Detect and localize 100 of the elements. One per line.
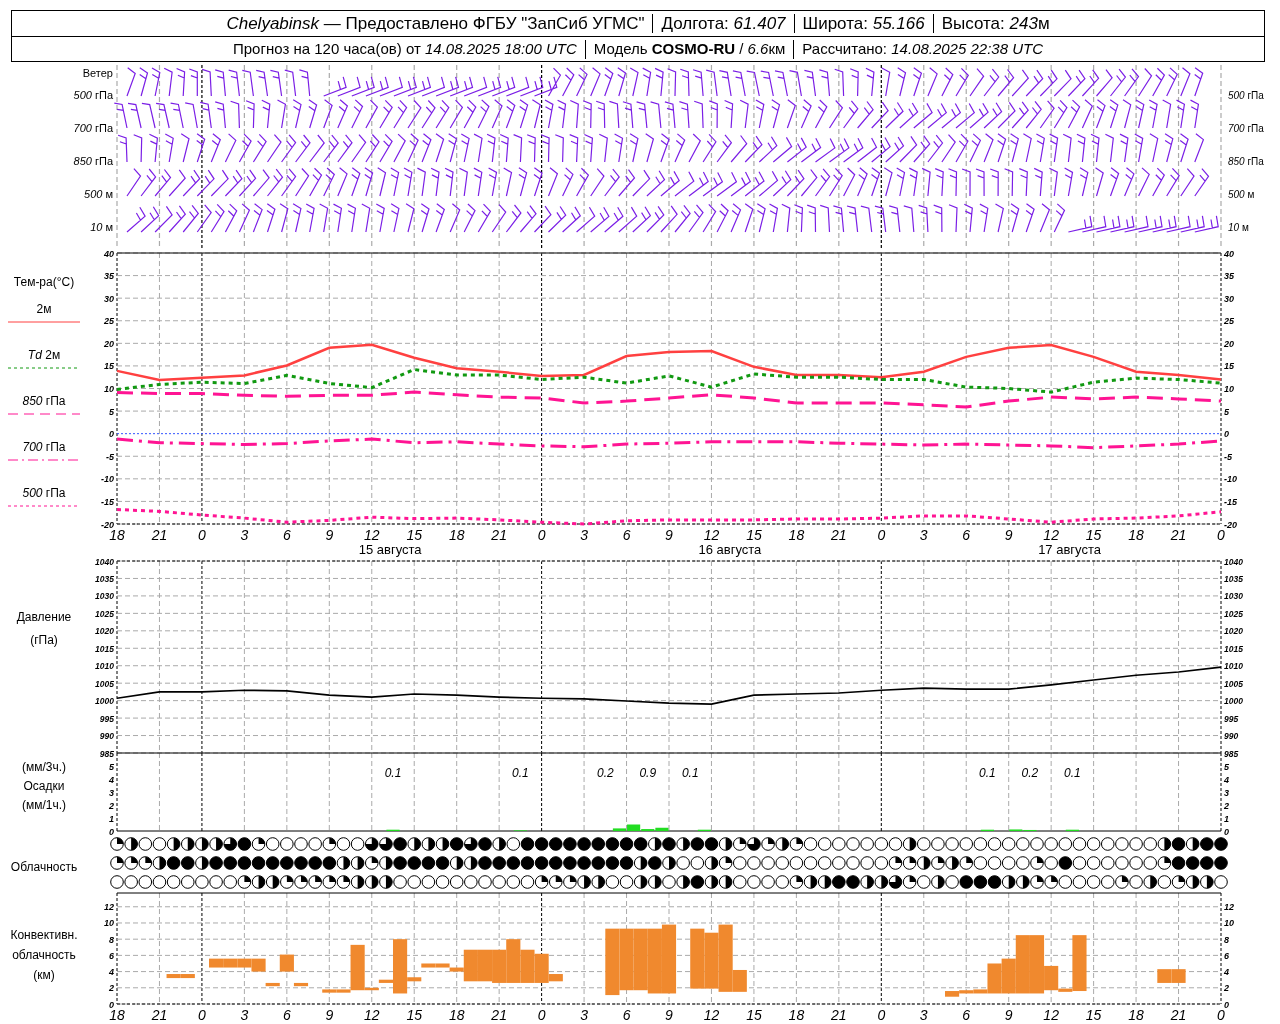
axis-tick-label: 0 bbox=[877, 527, 886, 543]
axis-tick-label: 40 bbox=[1224, 248, 1234, 259]
cloud-layer-bar bbox=[492, 949, 507, 983]
date-label: 17 августа bbox=[1038, 542, 1101, 557]
axis-tick-label: 1000 bbox=[95, 696, 114, 707]
axis-tick-label: 1035 bbox=[95, 573, 114, 584]
precipitation-total: 0.2 bbox=[1021, 766, 1039, 780]
axis-tick-label: 6 bbox=[109, 950, 114, 961]
axis-tick-label: 1020 bbox=[1224, 626, 1243, 637]
axis-tick-label: 21 bbox=[151, 527, 168, 543]
axis-tick-label: 5 bbox=[109, 406, 114, 417]
cloud-layer-bar bbox=[619, 928, 634, 991]
axis-tick-label: 12 bbox=[1224, 902, 1234, 913]
axis-tick-label: 9 bbox=[1004, 1007, 1013, 1023]
axis-tick-label: 25 bbox=[104, 316, 114, 327]
axis-tick-label: 0 bbox=[109, 999, 114, 1010]
axis-tick-label: 0 bbox=[1224, 999, 1229, 1010]
axis-tick-label: 30 bbox=[104, 293, 114, 304]
cloud-layer-bar bbox=[223, 958, 238, 968]
axis-tick-label: 1 bbox=[1224, 813, 1229, 824]
axis-tick-label: 18 bbox=[788, 1007, 805, 1023]
panel-label: Ветер bbox=[82, 68, 113, 79]
axis-tick-label: 15 bbox=[746, 1007, 762, 1023]
axis-tick-label: 1040 bbox=[1224, 556, 1243, 567]
axis-tick-label: 9 bbox=[665, 1007, 673, 1023]
axis-tick-label: 1035 bbox=[1224, 573, 1243, 584]
level-label: 500 м bbox=[1228, 188, 1256, 202]
axis-tick-label: -15 bbox=[1224, 496, 1237, 507]
axis-tick-label: 3 bbox=[240, 527, 249, 543]
cloud-layer-bar bbox=[209, 958, 224, 968]
axis-tick-label: 990 bbox=[1224, 731, 1239, 742]
axis-tick-label: 0 bbox=[537, 527, 546, 543]
level-label: 500 гПа bbox=[73, 88, 113, 103]
axis-tick-label: -5 bbox=[1224, 451, 1232, 462]
axis-tick-label: 0 bbox=[109, 429, 114, 440]
panel-label: Осадки bbox=[23, 778, 65, 795]
axis-tick-label: 1 bbox=[109, 813, 114, 824]
panel-label: Давление bbox=[16, 609, 72, 626]
legend-label: 2м bbox=[36, 302, 52, 316]
station-title: Chelyabinsk — Предоставлено ФГБУ "ЗапСиб УГМС" bbox=[226, 12, 645, 35]
axis-tick-label: 985 bbox=[1224, 748, 1239, 759]
panel-label: (гПа) bbox=[30, 632, 58, 649]
axis-tick-label: 985 bbox=[99, 748, 114, 759]
header-info: Рассчитано: 14.08.2025 22:38 UTC bbox=[802, 38, 1043, 59]
cloud-layer-bar bbox=[293, 982, 309, 987]
axis-tick-label: 4 bbox=[1224, 774, 1229, 785]
axis-tick-label: 2 bbox=[1224, 800, 1229, 811]
axis-tick-label: 12 bbox=[104, 902, 114, 913]
axis-tick-label: 18 bbox=[448, 1007, 465, 1023]
axis-tick-label: 1030 bbox=[1224, 591, 1243, 602]
axis-tick-label: 12 bbox=[1043, 527, 1059, 543]
cloud-layer-bar bbox=[506, 939, 521, 983]
axis-tick-label: 990 bbox=[99, 731, 114, 742]
axis-tick-label: 10 bbox=[1224, 918, 1234, 929]
panel-label: (мм/3ч.) bbox=[21, 759, 67, 776]
level-label: 850 гПа bbox=[73, 154, 113, 169]
axis-tick-label: 9 bbox=[325, 527, 334, 543]
panel-label: Облачность bbox=[10, 859, 78, 875]
legend-label: 850 гПа bbox=[22, 394, 66, 408]
axis-tick-label: 0 bbox=[198, 1007, 206, 1023]
axis-tick-label: 18 bbox=[788, 527, 805, 543]
axis-tick-label: 1000 bbox=[1224, 696, 1243, 707]
cloud-layer-bar bbox=[279, 954, 294, 972]
legend-line bbox=[8, 412, 80, 416]
legend-line bbox=[8, 366, 80, 370]
axis-tick-label: 15 bbox=[406, 527, 422, 543]
cloud-layer-bar bbox=[704, 932, 719, 989]
panel-label: облачность bbox=[12, 947, 76, 964]
header-info: Высота: 243м bbox=[941, 12, 1050, 35]
cloud-layer-bar bbox=[251, 958, 266, 972]
axis-tick-label: 18 bbox=[1128, 1007, 1144, 1023]
axis-tick-label: 9 bbox=[665, 527, 673, 543]
axis-tick-label: -20 bbox=[101, 519, 114, 530]
cloud-layer-bar bbox=[605, 928, 620, 996]
cloud-layer-bar bbox=[1157, 969, 1172, 983]
axis-tick-label: 20 bbox=[1224, 338, 1234, 349]
legend-label: 700 гПа bbox=[22, 440, 66, 454]
axis-tick-label: 995 bbox=[99, 713, 114, 724]
axis-tick-label: 1040 bbox=[95, 556, 114, 567]
level-label: 500 м bbox=[84, 187, 113, 202]
header-info: Прогноз на 120 часа(ов) от 14.08.2025 18:00 UTC bbox=[233, 38, 577, 59]
axis-tick-label: 0 bbox=[1224, 429, 1229, 440]
legend-line bbox=[8, 458, 80, 462]
axis-tick-label: -20 bbox=[1224, 519, 1237, 530]
cloud-layer-bar bbox=[690, 928, 705, 989]
axis-tick-label: 3 bbox=[1224, 787, 1229, 798]
axis-tick-label: 0 bbox=[1217, 527, 1225, 543]
axis-tick-label: 3 bbox=[919, 1007, 928, 1023]
panel-label: Конвективн. bbox=[10, 927, 78, 944]
axis-tick-label: 12 bbox=[1043, 1007, 1059, 1023]
axis-tick-label: 0 bbox=[198, 527, 206, 543]
axis-tick-label: 3 bbox=[109, 787, 114, 798]
precipitation-total: 0.2 bbox=[596, 766, 614, 780]
axis-tick-label: -5 bbox=[106, 451, 114, 462]
axis-tick-label: 9 bbox=[325, 1007, 334, 1023]
axis-tick-label: 35 bbox=[1224, 271, 1234, 282]
axis-tick-label: 25 bbox=[1224, 316, 1234, 327]
cloud-layer-bar bbox=[265, 982, 280, 987]
axis-tick-label: -10 bbox=[101, 474, 114, 485]
axis-tick-label: 20 bbox=[104, 338, 114, 349]
